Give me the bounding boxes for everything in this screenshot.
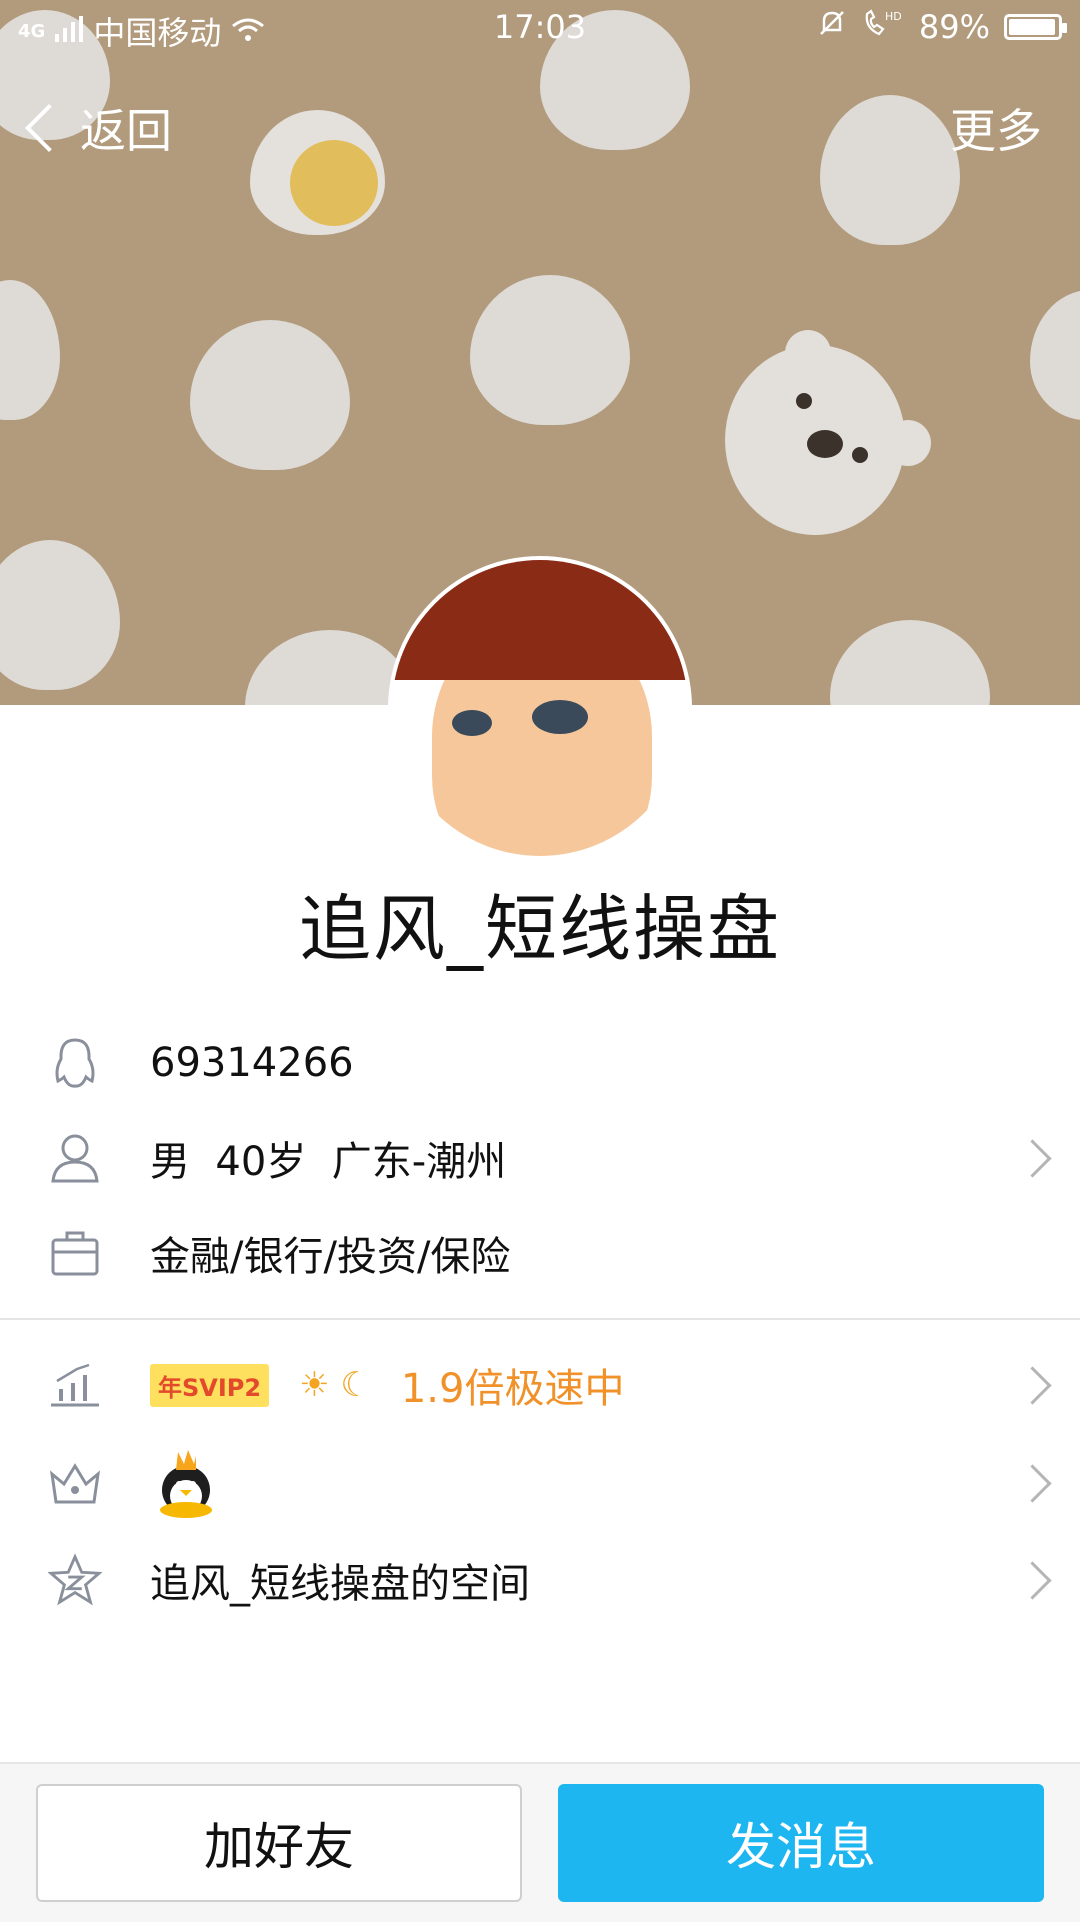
avatar-eye [532, 700, 588, 734]
chevron-left-icon [24, 103, 74, 153]
qzone-row[interactable]: 追风_短线操盘的空间 [0, 1535, 1080, 1625]
vip-row[interactable]: 年SVIP2 ☀ ☾ 1.9倍极速中 [0, 1340, 1080, 1430]
chevron-right-icon [1013, 1463, 1052, 1503]
section-divider [0, 1318, 1080, 1320]
send-message-button[interactable]: 发消息 [558, 1784, 1044, 1902]
user-icon [48, 1131, 102, 1185]
svip-badge: 年SVIP2 [150, 1363, 270, 1407]
back-button[interactable]: 返回 [24, 95, 172, 161]
status-right: HD 89% [817, 8, 1067, 46]
mute-bell-icon [817, 8, 847, 46]
bun-decoration [1030, 290, 1080, 420]
chevron-right-icon [1013, 1560, 1052, 1600]
chevron-right-icon [1013, 1365, 1052, 1405]
profile-name: 追风_短线操盘 [298, 887, 781, 971]
bun-decoration [0, 280, 60, 420]
hd-call-icon: HD [861, 8, 905, 46]
avatar[interactable] [388, 556, 692, 860]
vip-info: 年SVIP2 ☀ ☾ 1.9倍极速中 [150, 1356, 624, 1414]
crown-icon [48, 1456, 102, 1510]
avatar-hair [392, 560, 688, 680]
basic-info: 男 40岁 广东-潮州 [150, 1139, 507, 1185]
bun-decoration [470, 275, 630, 425]
svg-text:HD: HD [885, 10, 902, 23]
bun-decoration [830, 620, 990, 705]
penguin-icon [48, 1036, 102, 1090]
qq-number: 69314266 [150, 1040, 354, 1086]
bun-decoration [820, 95, 960, 245]
back-label: 返回 [80, 104, 172, 158]
bun-decoration [190, 320, 350, 470]
level-chart-icon [48, 1358, 102, 1412]
bottom-action-bar: 加好友 发消息 [0, 1762, 1080, 1922]
avatar-eye [452, 710, 492, 736]
penguin-mascot-icon [150, 1446, 222, 1522]
bear-eye [796, 393, 812, 409]
qzone-label: 追风_短线操盘的空间 [150, 1561, 530, 1607]
basic-info-row[interactable]: 男 40岁 广东-潮州 [0, 1113, 1080, 1203]
speed-text: 1.9倍极速中 [400, 1366, 625, 1412]
occupation: 金融/银行/投资/保险 [150, 1234, 511, 1280]
briefcase-icon [48, 1226, 102, 1280]
bear-eye [852, 447, 868, 463]
battery-icon [1004, 14, 1067, 40]
chevron-right-icon [1013, 1138, 1052, 1178]
egg-yolk-decoration [290, 140, 378, 226]
qzone-star-icon [48, 1553, 102, 1607]
add-friend-button[interactable]: 加好友 [36, 1784, 522, 1902]
status-bar: 4G 中国移动 17:03 HD 89% [0, 0, 1080, 58]
battery-percent: 89% [918, 8, 990, 46]
occupation-row: 金融/银行/投资/保险 [0, 1208, 1080, 1298]
more-button[interactable]: 更多 [950, 95, 1042, 161]
bear-nose [807, 430, 843, 458]
level-icons: ☀ ☾ [299, 1365, 371, 1405]
bun-decoration [0, 540, 120, 690]
qq-show-row[interactable] [0, 1438, 1080, 1528]
qq-number-row: 69314266 [0, 1018, 1080, 1108]
